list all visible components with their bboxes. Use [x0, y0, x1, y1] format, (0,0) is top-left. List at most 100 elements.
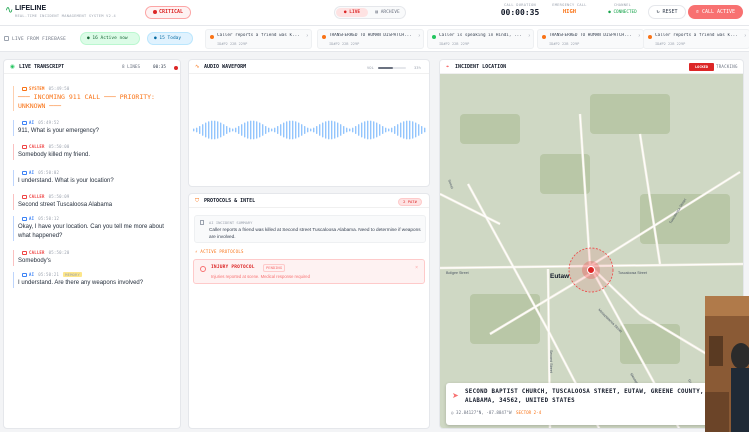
priority-badge[interactable]: CRITICAL	[145, 6, 191, 19]
waveform-bar	[355, 125, 357, 135]
waveform-bar	[397, 124, 399, 136]
message-time: 05:50:20	[48, 250, 70, 255]
waveform-bar	[232, 128, 234, 132]
ticker-card[interactable]: TRANSFERRED TO HUMAN DISPATCH... ID#P2 22…	[537, 29, 644, 49]
location-title: INCIDENT LOCATION	[455, 64, 507, 70]
status-dot-icon	[542, 35, 546, 39]
volume-slider[interactable]	[378, 67, 406, 69]
message-time: 05:50:21	[38, 272, 60, 277]
recording-dot-icon	[174, 66, 178, 70]
map-vegetation	[460, 114, 520, 144]
ticker-card[interactable]: Caller reports a friend was k... ID#P2 22…	[205, 29, 312, 49]
waveform-bar	[379, 124, 381, 136]
speaker-icon	[22, 87, 27, 91]
waveform-bar	[277, 125, 279, 135]
waveform-bar	[268, 127, 270, 133]
caller-video-feed	[705, 296, 749, 432]
ticker-card[interactable]: Caller reports a friend was k... ID#P2 22…	[643, 29, 749, 49]
ticker-card[interactable]: Caller is speaking in Hindi, ... ID#P2 22…	[427, 29, 534, 49]
ticker-card-id: ID#P2 22B 229P	[329, 42, 360, 46]
map-pin-icon: ⌖	[446, 64, 450, 70]
waveform-bar	[193, 128, 195, 132]
coordinates: ◎ 32.84127°N, -87.8847°W	[451, 410, 512, 415]
status-dot-icon	[648, 35, 652, 39]
waveform-bar	[295, 121, 297, 139]
memory-tag: MEMORY	[63, 272, 83, 277]
incident-map[interactable]: StreetTuscaloosa StreetTuscaloosa Street…	[440, 74, 744, 429]
waveform-bar	[400, 122, 402, 138]
alert-dot-icon	[152, 9, 157, 14]
mode-archive-button[interactable]: ▤ ARCHIVE	[370, 8, 405, 17]
waveform-bar	[226, 125, 228, 135]
waveform-bar	[253, 120, 255, 140]
waveform-bar	[220, 122, 222, 138]
waveform-bar	[343, 125, 345, 135]
street-label: Second Street	[549, 350, 553, 373]
locked-badge: LOCKED	[689, 63, 714, 71]
waveform-bar	[238, 125, 240, 135]
street-label: Tuscaloosa Street	[618, 271, 647, 275]
waveform-bar	[241, 124, 243, 136]
mode-toggle: ● LIVE ▤ ARCHIVE	[334, 6, 406, 19]
waveform-bar	[331, 120, 333, 140]
message-role: SYSTEM	[29, 86, 45, 91]
chevron-right-icon: ›	[638, 33, 640, 39]
waveform-bar	[337, 122, 339, 138]
transcript-message: AI 05:50:12 Okay, I have your location. Ca…	[13, 216, 178, 241]
close-icon[interactable]: ×	[415, 265, 418, 271]
today-pill[interactable]: ● 15 Today	[147, 32, 193, 45]
waveform-bar	[403, 121, 405, 139]
waveform-bar	[307, 127, 309, 133]
message-time: 05:49:52	[38, 120, 60, 125]
message-text: Okay, I have your location. Can you tell…	[18, 224, 164, 239]
waveform-bar	[208, 121, 210, 139]
waveform-bar	[373, 121, 375, 139]
map-vegetation	[470, 294, 540, 344]
app-header: ∿ LIFELINE REAL-TIME INCIDENT MANAGEMENT…	[0, 0, 749, 26]
waveform-bar	[346, 127, 348, 133]
ticker-card-text: Caller reports a friend was k...	[217, 33, 300, 38]
transcript-message: AI 05:50:02 I understand. What is your loc…	[13, 170, 178, 186]
message-role: AI	[29, 216, 35, 221]
volume-label: VOL	[367, 65, 374, 70]
waveform-bar	[334, 121, 336, 139]
waveform-bar	[418, 124, 420, 136]
message-text: Somebody's	[18, 258, 51, 264]
protocol-card[interactable]: INJURY PROTOCOL PENDING Injuries reporte…	[193, 259, 425, 284]
waveform-bar	[259, 122, 261, 138]
active-now-pill[interactable]: ● 16 Active now	[80, 32, 140, 45]
waveform-bar	[229, 127, 231, 133]
shield-icon: ⛉	[195, 198, 200, 204]
message-time: 05:50:12	[38, 216, 60, 221]
speaker-icon	[22, 121, 27, 125]
waveform-bar	[235, 127, 237, 133]
speaker-icon	[22, 145, 27, 149]
waveform-bar	[406, 120, 408, 140]
mode-live-button[interactable]: ● LIVE	[336, 8, 368, 17]
navigation-arrow-icon: ➤	[452, 391, 459, 400]
waveform-bar	[349, 128, 351, 132]
waveform-bar	[196, 127, 198, 133]
waveform-bar	[352, 127, 354, 133]
waveform-panel: ∿ AUDIO WAVEFORM	[188, 59, 430, 187]
waveform-bar	[370, 120, 372, 140]
ticker-card-text: TRANSFERRED TO HUMAN DISPATCH...	[329, 33, 412, 38]
waveform-bar	[244, 122, 246, 138]
chevron-right-icon: ›	[744, 33, 746, 39]
database-icon	[4, 36, 9, 41]
waveform-bar	[385, 127, 387, 133]
reset-button[interactable]: ↻ RESET	[648, 5, 686, 19]
message-text: Second street Tuscaloosa Alabama	[18, 202, 113, 208]
waveform-bar	[364, 121, 366, 139]
transcript-message: AI 05:49:52 911, What is your emergency?	[13, 120, 178, 136]
waveform-bar	[391, 127, 393, 133]
waveform-bar	[367, 120, 369, 140]
map-vegetation	[590, 94, 670, 134]
ticker-card[interactable]: TRANSFERRED TO HUMAN DISPATCH... ID#P2 22…	[317, 29, 424, 49]
protocol-status: PENDING	[263, 264, 286, 272]
pulse-icon: ∿	[5, 5, 14, 16]
volume-fill	[378, 67, 394, 69]
waveform-bar	[376, 122, 378, 138]
call-active-button[interactable]: ✆ CALL ACTIVE	[688, 5, 743, 19]
sector: SECTOR 2-4	[516, 410, 542, 415]
